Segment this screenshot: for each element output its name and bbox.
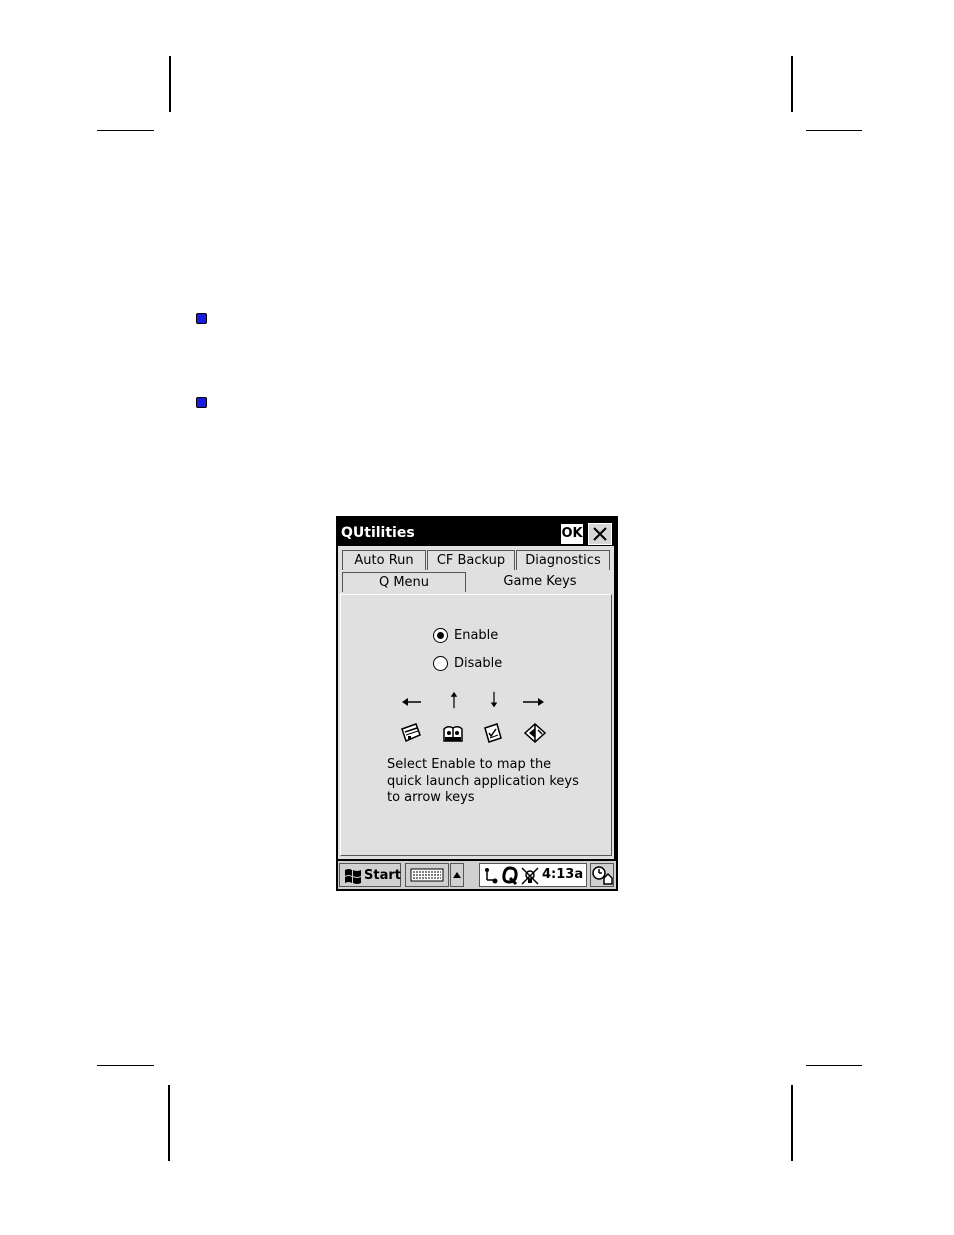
help-text-line: quick launch application keys: [387, 773, 579, 789]
arrow-down-icon: [490, 691, 498, 708]
today-clock-house-icon: [592, 866, 613, 885]
today-button[interactable]: [590, 863, 614, 887]
contacts-app-icon: [443, 725, 463, 742]
q-utility-icon[interactable]: [501, 866, 519, 886]
crop-mark-bottom-left-vertical: [168, 1085, 170, 1161]
help-text-line: to arrow keys: [387, 790, 475, 805]
arrow-right-icon: [523, 698, 544, 706]
enable-radio-option[interactable]: Enable: [433, 625, 498, 645]
help-text: Select Enable to map the quick launch ap…: [387, 757, 597, 807]
tab-q-menu[interactable]: Q Menu: [342, 572, 466, 592]
crop-mark-top-left-vertical: [169, 56, 171, 112]
keyboard-icon: [410, 868, 444, 882]
crop-mark-bottom-right-vertical: [791, 1085, 793, 1161]
input-panel-menu-button[interactable]: [450, 863, 464, 887]
start-label: Start: [364, 868, 401, 883]
system-tray: 4:13a: [479, 863, 587, 887]
triangle-up-icon: [453, 872, 461, 878]
crop-mark-top-right-horizontal: [806, 130, 862, 131]
game-keys-content: Enable Disable Select Enable to map the …: [340, 594, 612, 856]
crop-mark-bottom-left-horizontal: [97, 1065, 154, 1066]
disable-label: Disable: [454, 655, 503, 671]
qutilities-panel: Auto Run CF Backup Diagnostics Q Menu Ga…: [338, 546, 614, 859]
arrow-up-icon: [450, 691, 458, 709]
disable-radio-option[interactable]: Disable: [433, 653, 502, 673]
taskbar: Start 4:13a: [338, 861, 616, 889]
start-button[interactable]: Start: [339, 863, 401, 887]
pocketpc-screen: QUtilities OK Auto Run CF Backup Diagnos…: [336, 516, 618, 891]
close-button[interactable]: [588, 523, 612, 545]
enable-label: Enable: [454, 627, 499, 643]
window-title: QUtilities: [341, 525, 415, 541]
calendar-app-icon: [401, 723, 421, 743]
crop-mark-top-left-horizontal: [97, 130, 154, 131]
crop-mark-top-right-vertical: [791, 56, 793, 112]
tab-diagnostics[interactable]: Diagnostics: [516, 550, 610, 570]
disable-radio[interactable]: [433, 655, 448, 671]
crop-mark-bottom-right-horizontal: [806, 1065, 862, 1066]
backlight-off-icon[interactable]: [520, 866, 540, 886]
clock[interactable]: 4:13a: [542, 867, 583, 882]
windows-flag-icon: [345, 869, 361, 884]
list-bullet: [196, 397, 207, 408]
ok-button[interactable]: OK: [560, 523, 584, 545]
help-text-line: Select Enable to map the: [387, 757, 552, 772]
tab-cf-backup[interactable]: CF Backup: [427, 550, 515, 570]
list-bullet: [196, 313, 207, 324]
enable-radio[interactable]: [433, 627, 448, 643]
arrow-left-icon: [402, 698, 421, 706]
notes-app-icon: [523, 722, 547, 744]
tab-auto-run[interactable]: Auto Run: [342, 550, 426, 570]
title-bar: QUtilities OK: [338, 518, 616, 546]
input-panel-button[interactable]: [405, 863, 449, 887]
tasks-app-icon: [484, 723, 502, 743]
tab-game-keys[interactable]: Game Keys: [467, 572, 613, 592]
connectivity-icon[interactable]: [482, 866, 500, 886]
close-icon: [593, 527, 607, 541]
